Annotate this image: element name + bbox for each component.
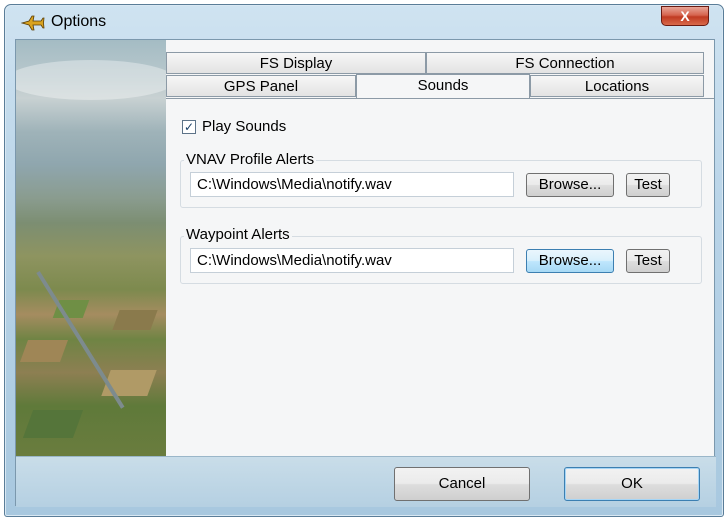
play-sounds-checkbox[interactable]: ✓ <box>182 120 196 134</box>
vnav-test-button[interactable]: Test <box>626 173 670 197</box>
tab-sounds[interactable]: Sounds <box>356 74 530 98</box>
waypoint-browse-button[interactable]: Browse... <box>526 249 614 273</box>
cancel-button[interactable]: Cancel <box>394 467 530 501</box>
tab-locations[interactable]: Locations <box>530 75 704 97</box>
title-bar[interactable]: Options X <box>5 5 723 39</box>
ok-button[interactable]: OK <box>564 467 700 501</box>
airplane-icon <box>21 15 45 31</box>
aerial-landscape-image <box>16 40 166 456</box>
window-title: Options <box>51 13 107 30</box>
vnav-browse-button[interactable]: Browse... <box>526 173 614 197</box>
tab-fs-display[interactable]: FS Display <box>166 52 426 74</box>
waypoint-group-label: Waypoint Alerts <box>184 226 292 243</box>
close-button[interactable]: X <box>661 6 709 26</box>
play-sounds-label[interactable]: Play Sounds <box>202 118 286 135</box>
dialog-footer: Cancel OK <box>16 456 716 507</box>
tab-gps-panel[interactable]: GPS Panel <box>166 75 356 97</box>
client-area: FS Display FS Connection GPS Panel Sound… <box>15 39 716 507</box>
waypoint-test-button[interactable]: Test <box>626 249 670 273</box>
close-icon: X <box>680 8 690 24</box>
vnav-sound-path-input[interactable] <box>190 172 514 197</box>
tab-fs-connection[interactable]: FS Connection <box>426 52 704 74</box>
options-window: Options X FS Display FS Connection GPS P… <box>4 4 724 517</box>
vnav-group-label: VNAV Profile Alerts <box>184 151 317 168</box>
checkmark-icon: ✓ <box>183 120 195 134</box>
waypoint-sound-path-input[interactable] <box>190 248 514 273</box>
